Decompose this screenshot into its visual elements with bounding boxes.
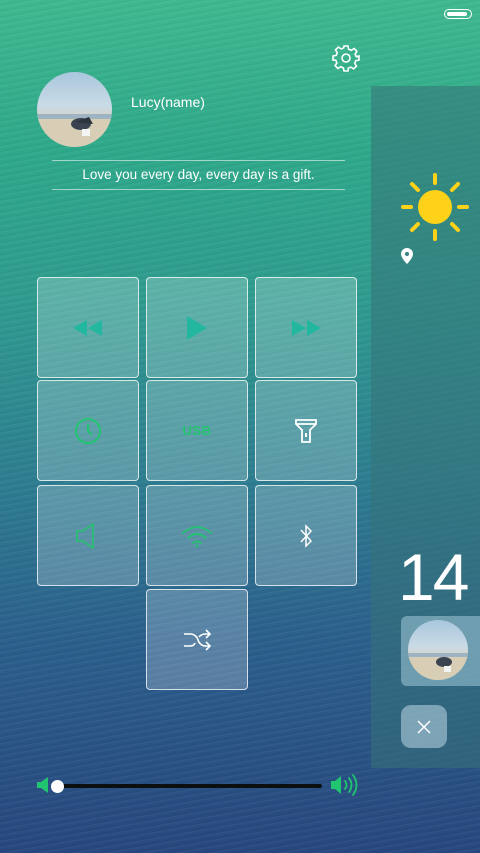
fast-forward-icon: [292, 319, 321, 336]
divider-bottom: [52, 189, 345, 190]
shuffle-button[interactable]: [146, 589, 248, 690]
wifi-icon: [182, 525, 212, 547]
wifi-button[interactable]: [146, 485, 248, 586]
rewind-button[interactable]: [37, 277, 139, 378]
rewind-icon: [73, 319, 102, 336]
clock-time: 14: [398, 540, 469, 614]
side-avatar: [408, 620, 468, 680]
sun-icon: [400, 172, 470, 247]
sound-button[interactable]: [37, 485, 139, 586]
bluetooth-button[interactable]: [255, 485, 357, 586]
profile-avatar[interactable]: [37, 72, 112, 147]
volume-slider-knob[interactable]: [51, 780, 65, 793]
bluetooth-icon: [300, 523, 313, 548]
power-icon: [75, 417, 101, 444]
close-icon: [417, 719, 431, 734]
profile-name[interactable]: Lucy(name): [131, 94, 205, 110]
play-icon: [187, 315, 207, 340]
play-button[interactable]: [146, 277, 248, 378]
close-button[interactable]: [401, 705, 447, 748]
settings-gear-icon[interactable]: [332, 44, 360, 72]
profile-motto: Love you every day, every day is a gift.: [82, 167, 315, 182]
power-button[interactable]: [37, 380, 139, 481]
usb-button[interactable]: USB: [146, 380, 248, 481]
shuffle-icon: [184, 628, 212, 651]
fast-forward-button[interactable]: [255, 277, 357, 378]
battery-icon: [444, 9, 472, 19]
flashlight-icon: [295, 418, 317, 443]
usb-label: USB: [182, 423, 212, 438]
divider-top: [52, 160, 345, 161]
volume-slider-track[interactable]: [52, 784, 322, 788]
flashlight-button[interactable]: [255, 380, 357, 481]
volume-high-icon: [330, 773, 358, 802]
speaker-icon: [76, 521, 94, 550]
location-pin-icon: [401, 248, 413, 269]
